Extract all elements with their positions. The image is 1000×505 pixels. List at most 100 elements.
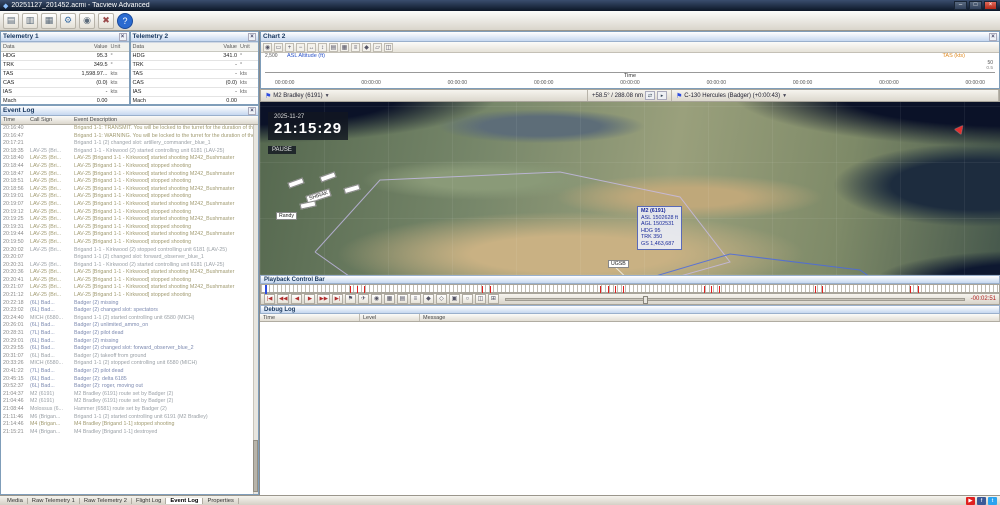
event-log-row[interactable]: 20:19:50LAV-25 (Bri...LAV-25 [Brigand 1-… bbox=[1, 239, 258, 247]
timeline-event-mark[interactable] bbox=[822, 286, 823, 293]
event-log-row[interactable]: 20:45:15(6L) Bad...Badger (2): delta 618… bbox=[1, 376, 258, 384]
jump-end-button[interactable]: ▶| bbox=[332, 294, 343, 304]
minimize-button[interactable]: – bbox=[954, 1, 967, 10]
fast-forward-button[interactable]: ▶▶ bbox=[317, 294, 329, 304]
open-file-icon[interactable]: ▤ bbox=[3, 13, 19, 29]
event-log-row[interactable]: 20:18:47LAV-25 (Bri...LAV-25 [Brigand 1-… bbox=[1, 171, 258, 179]
event-log-row[interactable]: 20:19:25LAV-25 (Bri...LAV-25 [Brigand 1-… bbox=[1, 216, 258, 224]
camera-icon[interactable]: ◉ bbox=[371, 294, 382, 304]
timeline-cursor[interactable] bbox=[265, 285, 267, 294]
event-log-row[interactable]: 20:23:02(6L) Bad...Badger (2) changed sl… bbox=[1, 307, 258, 315]
close-button[interactable]: × bbox=[984, 1, 997, 10]
event-log-row[interactable]: 20:21:12LAV-25 (Bri...LAV-25 [Brigand 1-… bbox=[1, 292, 258, 300]
timeline-event-mark[interactable] bbox=[623, 286, 624, 293]
split-icon[interactable]: ◫ bbox=[475, 294, 486, 304]
tab-properties[interactable]: Properties bbox=[203, 498, 238, 504]
timeline-event-mark[interactable] bbox=[350, 286, 351, 293]
grid-icon[interactable]: ▤ bbox=[397, 294, 408, 304]
aircraft-icon[interactable]: ✈ bbox=[358, 294, 369, 304]
event-log-row[interactable]: 20:19:01LAV-25 (Bri...LAV-25 [Brigand 1-… bbox=[1, 193, 258, 201]
event-log-row[interactable]: 20:24:40MICH (6580...Brigand 1-1 (2) sta… bbox=[1, 315, 258, 323]
layers-icon[interactable]: ▦ bbox=[340, 43, 349, 52]
jump-start-button[interactable]: |◀ bbox=[264, 294, 275, 304]
timeline-event-mark[interactable] bbox=[719, 286, 720, 293]
slider-handle[interactable] bbox=[643, 296, 648, 304]
close-icon[interactable]: × bbox=[248, 33, 256, 41]
add-window-icon[interactable]: ⊞ bbox=[488, 294, 499, 304]
timeline-event-mark[interactable] bbox=[600, 286, 601, 293]
play-button[interactable]: ▶ bbox=[304, 294, 315, 304]
event-log-row[interactable]: 20:29:01(6L) Bad...Badger (2) missing bbox=[1, 338, 258, 346]
event-log-row[interactable]: 20:33:26MICH (6580...Brigand 1-1 (2) sto… bbox=[1, 360, 258, 368]
timeline-event-mark[interactable] bbox=[918, 286, 919, 293]
event-log-row[interactable]: 20:29:55(6L) Bad...Badger (2) changed sl… bbox=[1, 345, 258, 353]
layers-icon[interactable]: ▦ bbox=[384, 294, 395, 304]
marker-icon[interactable]: ◆ bbox=[423, 294, 434, 304]
event-log-row[interactable]: 20:16:40Brigand 1-1: TRANSMIT. You will … bbox=[1, 125, 258, 133]
zoom-out-icon[interactable]: − bbox=[296, 43, 305, 52]
event-log-row[interactable]: 20:20:02LAV-25 (Bri...Brigand 1-1 - Kirk… bbox=[1, 247, 258, 255]
save-file-icon[interactable]: ▥ bbox=[22, 13, 38, 29]
map-3d-view[interactable]: 2025-11-27 21:15:29 PAUSE M2 (6191)ASL 1… bbox=[260, 102, 1000, 275]
timeline-event-mark[interactable] bbox=[704, 286, 705, 293]
swap-objects-button[interactable]: ⇄ bbox=[645, 91, 655, 100]
facebook-icon[interactable]: f bbox=[977, 497, 986, 505]
step-back-button[interactable]: ◀ bbox=[291, 294, 302, 304]
playback-timeline[interactable] bbox=[260, 284, 1000, 293]
youtube-icon[interactable]: ▶ bbox=[966, 497, 975, 505]
target-icon[interactable]: ▣ bbox=[449, 294, 460, 304]
timeline-event-mark[interactable] bbox=[482, 286, 483, 293]
list-icon[interactable]: ≡ bbox=[410, 294, 421, 304]
tab-media[interactable]: Media bbox=[3, 498, 28, 504]
legend-icon[interactable]: ≡ bbox=[351, 43, 360, 52]
event-log-row[interactable]: 21:04:37M2 (6191)M2 Bradley (6191) route… bbox=[1, 391, 258, 399]
event-log-row[interactable]: 20:18:56LAV-25 (Bri...LAV-25 [Brigand 1-… bbox=[1, 186, 258, 194]
event-log-row[interactable]: 20:41:22(7L) Bad...Badger (2) pilot dead bbox=[1, 368, 258, 376]
event-log-row[interactable]: 20:19:44LAV-25 (Bri...LAV-25 [Brigand 1-… bbox=[1, 231, 258, 239]
close-icon[interactable]: × bbox=[989, 33, 997, 41]
event-log-row[interactable]: 20:18:40LAV-25 (Bri...LAV-25 [Brigand 1-… bbox=[1, 155, 258, 163]
event-log-row[interactable]: 20:20:07Brigand 1-1 (2) changed slot: fo… bbox=[1, 254, 258, 262]
select-icon[interactable]: ▭ bbox=[274, 43, 283, 52]
pan-horizontal-icon[interactable]: ↔ bbox=[307, 43, 316, 52]
camera-icon[interactable]: ◉ bbox=[263, 43, 272, 52]
tools-icon[interactable]: ✖ bbox=[98, 13, 114, 29]
event-log-row[interactable]: 20:20:41LAV-25 (Bri...LAV-25 [Brigand 1-… bbox=[1, 277, 258, 285]
twitter-icon[interactable]: t bbox=[988, 497, 997, 505]
event-log-row[interactable]: 20:19:31LAV-25 (Bri...LAV-25 [Brigand 1-… bbox=[1, 224, 258, 232]
split-view-icon[interactable]: ◫ bbox=[384, 43, 393, 52]
event-log-row[interactable]: 20:31:07(6L) Bad...Badger (2) takeoff fr… bbox=[1, 353, 258, 361]
event-log-row[interactable]: 21:14:46M4 (Brigan...M4 Bradley [Brigand… bbox=[1, 421, 258, 429]
area-icon[interactable]: ▱ bbox=[373, 43, 382, 52]
event-log-row[interactable]: 20:21:07LAV-25 (Bri...LAV-25 [Brigand 1-… bbox=[1, 284, 258, 292]
link-objects-button[interactable]: ▸ bbox=[657, 91, 667, 100]
export-icon[interactable]: ▦ bbox=[41, 13, 57, 29]
close-icon[interactable]: × bbox=[248, 107, 256, 115]
debug-log-header[interactable]: Time Level Message bbox=[260, 314, 1000, 322]
airport-chip[interactable]: Randy bbox=[276, 212, 297, 220]
settings-gear-icon[interactable]: ⚙ bbox=[60, 13, 76, 29]
zoom-in-icon[interactable]: + bbox=[285, 43, 294, 52]
tab-event-log[interactable]: Event Log bbox=[166, 498, 203, 504]
event-log-row[interactable]: 20:20:31LAV-25 (Bri...Brigand 1-1 - Kirk… bbox=[1, 262, 258, 270]
speed-slider[interactable] bbox=[505, 298, 965, 301]
event-log-row[interactable]: 21:15:21M4 (Brigan...M4 Bradley [Brigand… bbox=[1, 429, 258, 437]
circle-icon[interactable]: ○ bbox=[462, 294, 473, 304]
tab-raw-telemetry-1[interactable]: Raw Telemetry 1 bbox=[28, 498, 80, 504]
event-log-row[interactable]: 20:18:35LAV-25 (Bri...Brigand 1-1 - Kirk… bbox=[1, 148, 258, 156]
event-log-row[interactable]: 20:19:12LAV-25 (Bri...LAV-25 [Brigand 1-… bbox=[1, 209, 258, 217]
timeline-event-mark[interactable] bbox=[910, 286, 911, 293]
event-log-row[interactable]: 20:52:37(6L) Bad...Badger (2): roger, mo… bbox=[1, 383, 258, 391]
event-log-header[interactable]: Time Call Sign Event Description bbox=[1, 116, 258, 125]
event-log-row[interactable]: 20:19:07LAV-25 (Bri...LAV-25 [Brigand 1-… bbox=[1, 201, 258, 209]
help-icon[interactable]: ? bbox=[117, 13, 133, 29]
airport-chip[interactable]: UGSB bbox=[608, 260, 629, 268]
event-log-row[interactable]: 20:26:01(6L) Bad...Badger (2) unlimited_… bbox=[1, 322, 258, 330]
pan-vertical-icon[interactable]: ↕ bbox=[318, 43, 327, 52]
tab-raw-telemetry-2[interactable]: Raw Telemetry 2 bbox=[80, 498, 132, 504]
close-icon[interactable]: × bbox=[119, 33, 127, 41]
flag-icon[interactable]: ⚑ bbox=[345, 294, 356, 304]
timeline-event-mark[interactable] bbox=[490, 286, 491, 293]
maximize-button[interactable]: □ bbox=[969, 1, 982, 10]
event-log-row[interactable]: 20:18:51LAV-25 (Bri...LAV-25 [Brigand 1-… bbox=[1, 178, 258, 186]
